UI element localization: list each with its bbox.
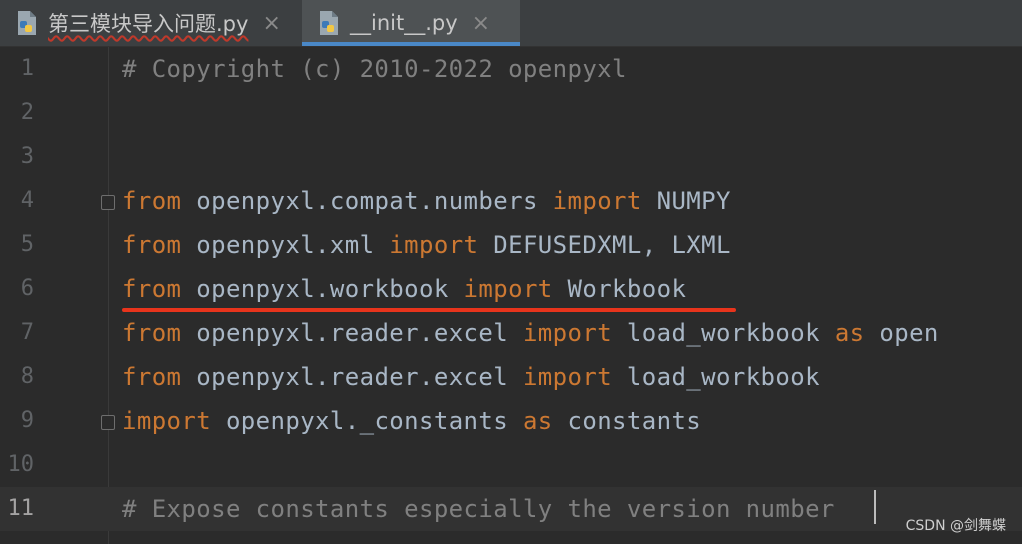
code-token: openpyxl.reader.excel	[181, 363, 523, 391]
keyword-token: import	[522, 319, 613, 347]
red-underline-annotation	[122, 308, 736, 312]
fold-marker-icon[interactable]	[101, 415, 115, 430]
code-token: DEFUSEDXML, LXML	[478, 231, 731, 259]
code-text: from openpyxl.reader.excel import load_w…	[122, 363, 820, 391]
code-token: NUMPY	[641, 187, 731, 215]
keyword-token: from	[122, 275, 182, 303]
keyword-token: from	[122, 363, 182, 391]
code-line[interactable]: 5 from openpyxl.xml import DEFUSEDXML, LX…	[0, 223, 1022, 267]
code-token: load_workbook	[612, 363, 820, 391]
code-line[interactable]: 6 from openpyxl.workbook import Workbook	[0, 267, 1022, 311]
code-token: constants	[552, 407, 702, 435]
code-line[interactable]: 2	[0, 91, 1022, 135]
keyword-token: import	[122, 407, 212, 435]
code-token: openpyxl._constants	[211, 407, 523, 435]
line-number: 6	[20, 276, 34, 301]
code-line[interactable]: 7 from openpyxl.reader.excel import load_…	[0, 311, 1022, 355]
editor-tab-bar: 第三模块导入问题.py × __init__.py ×	[0, 0, 1022, 47]
line-number: 7	[20, 320, 34, 345]
fold-marker-icon[interactable]	[101, 195, 115, 210]
code-line[interactable]: 9 import openpyxl._constants as constants	[0, 399, 1022, 443]
tab-file-2-active[interactable]: __init__.py ×	[302, 0, 520, 46]
keyword-token: from	[122, 319, 182, 347]
code-text: # Copyright (c) 2010-2022 openpyxl	[122, 55, 627, 83]
code-text: from openpyxl.compat.numbers import NUMP…	[122, 187, 731, 215]
code-text: import openpyxl._constants as constants	[122, 407, 701, 435]
line-number: 3	[20, 144, 34, 169]
line-number: 10	[7, 452, 35, 477]
code-line[interactable]: 11 # Expose constants especially the vers…	[0, 487, 1022, 531]
keyword-token: import	[552, 187, 642, 215]
line-number: 8	[20, 364, 34, 389]
code-text: # Expose constants especially the versio…	[122, 495, 835, 523]
code-line[interactable]: 10	[0, 443, 1022, 487]
code-text: from openpyxl.reader.excel import load_w…	[122, 319, 939, 347]
tab-label: __init__.py	[350, 11, 458, 35]
line-number: 2	[20, 100, 34, 125]
code-text: from openpyxl.workbook import Workbook	[122, 275, 686, 303]
code-token: load_workbook	[612, 319, 835, 347]
code-line[interactable]: 4 from openpyxl.compat.numbers import NUM…	[0, 179, 1022, 223]
line-number: 9	[20, 408, 34, 433]
code-line[interactable]: 3	[0, 135, 1022, 179]
code-token: openpyxl.reader.excel	[181, 319, 523, 347]
keyword-token: import	[522, 363, 613, 391]
code-token: openpyxl.xml	[181, 231, 390, 259]
line-number: 5	[20, 232, 34, 257]
line-number: 4	[20, 188, 34, 213]
code-token: openpyxl.compat.numbers	[181, 187, 553, 215]
keyword-token: import	[389, 231, 479, 259]
code-token: Workbook	[552, 275, 687, 303]
code-line[interactable]: 8 from openpyxl.reader.excel import load_…	[0, 355, 1022, 399]
keyword-token: from	[122, 187, 182, 215]
code-text: from openpyxl.xml import DEFUSEDXML, LXM…	[122, 231, 731, 259]
close-icon[interactable]: ×	[472, 11, 490, 36]
keyword-token: from	[122, 231, 182, 259]
keyword-token: as	[834, 319, 865, 347]
close-icon[interactable]: ×	[262, 11, 280, 36]
tab-label: 第三模块导入问题.py	[48, 12, 249, 36]
keyword-token: as	[522, 407, 553, 435]
python-file-icon	[16, 10, 38, 36]
code-token: open	[864, 319, 939, 347]
comment-token: # Expose constants especially the versio…	[122, 495, 835, 523]
python-file-icon	[318, 10, 340, 36]
tab-file-1[interactable]: 第三模块导入问题.py ×	[0, 0, 300, 46]
comment-token: # Copyright (c) 2010-2022 openpyxl	[122, 55, 627, 83]
text-caret	[874, 490, 876, 524]
line-number: 11	[7, 496, 35, 521]
line-number: 1	[20, 56, 34, 81]
watermark: CSDN @剑舞蝶	[905, 518, 1006, 534]
keyword-token: import	[463, 275, 553, 303]
code-token: openpyxl.workbook	[181, 275, 464, 303]
code-line[interactable]: 1 # Copyright (c) 2010-2022 openpyxl	[0, 47, 1022, 91]
